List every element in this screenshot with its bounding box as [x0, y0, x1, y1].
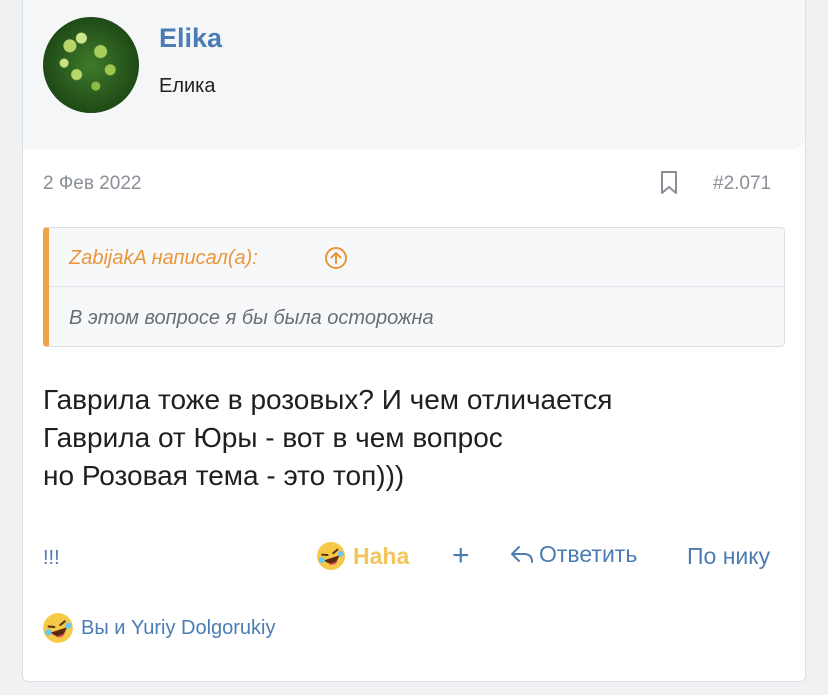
laughing-emoji-icon: [317, 542, 345, 570]
quote-text: В этом вопросе я бы была осторожна: [69, 307, 434, 329]
by-nick-button[interactable]: По нику: [687, 543, 770, 570]
bookmark-icon[interactable]: [660, 171, 678, 195]
message-line: Гаврила тоже в розовых? И чем отличается: [43, 384, 613, 415]
reaction-label: Haha: [353, 542, 410, 569]
reply-arrow-icon: [511, 545, 533, 563]
quote-block: ZabijakA написал(а): В этом вопросе я бы…: [43, 227, 785, 347]
post-card: Elika Елика 2 Фев 2022 #2.071 ZabijakA н…: [22, 0, 806, 682]
arrow-up-circle-icon[interactable]: [324, 246, 348, 270]
reply-label: Ответить: [539, 541, 638, 567]
message-line: но Розовая тема - это топ))): [43, 460, 405, 491]
reaction-button[interactable]: Haha: [315, 540, 409, 572]
add-reaction-button[interactable]: +: [452, 539, 470, 573]
quote-author[interactable]: ZabijakA написал(а):: [69, 247, 258, 270]
flag-link[interactable]: !!!: [43, 547, 60, 570]
post-number[interactable]: #2.071: [713, 173, 771, 195]
quote-header: ZabijakA написал(а):: [49, 228, 784, 287]
reply-button[interactable]: Ответить: [509, 541, 637, 568]
username[interactable]: Elika: [159, 23, 222, 54]
reactions-summary-text: Вы и Yuriy Dolgorukiy: [81, 616, 276, 639]
message-line: Гаврила от Юры - вот в чем вопрос: [43, 422, 503, 453]
post-date[interactable]: 2 Фев 2022: [43, 173, 142, 195]
user-title: Елика: [159, 75, 216, 97]
reactions-summary[interactable]: Вы и Yuriy Dolgorukiy: [41, 611, 276, 645]
avatar[interactable]: [43, 17, 139, 113]
post-actions: !!! Haha + Ответить По нику: [23, 537, 805, 577]
laughing-emoji-icon: [43, 613, 73, 643]
message-body: Гаврила тоже в розовых? И чем отличается…: [43, 381, 783, 495]
user-block: Elika Елика: [23, 0, 805, 149]
